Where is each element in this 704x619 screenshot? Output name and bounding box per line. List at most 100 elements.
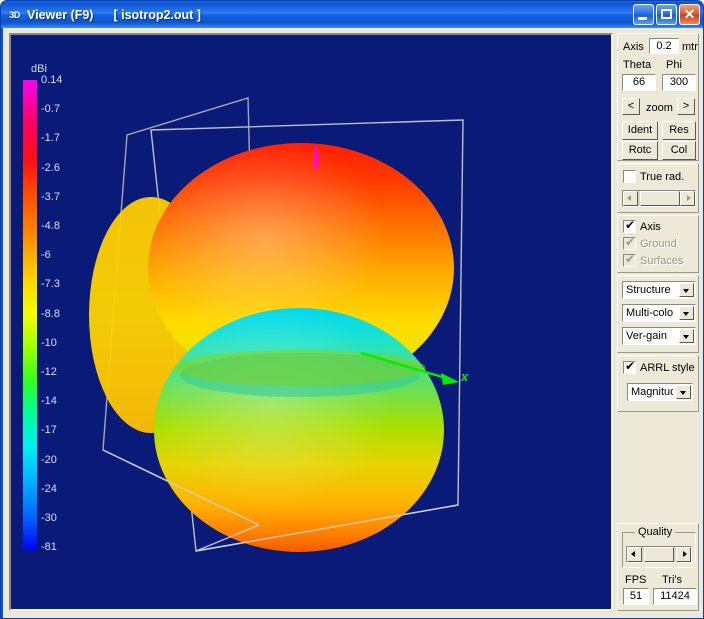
legend-label: -20 <box>41 454 57 466</box>
legend-label: 0.14 <box>41 74 62 86</box>
arrl-style-group: ✔ ARRL style Magnitud <box>617 355 699 412</box>
phi-input[interactable]: 300 <box>662 74 696 91</box>
legend-label: -30 <box>41 512 57 524</box>
arrl-style-checkbox-row[interactable]: ✔ ARRL style <box>623 361 695 374</box>
true-rad-checkbox-row[interactable]: True rad. <box>623 170 684 183</box>
true-rad-checkbox[interactable] <box>623 170 636 183</box>
minimize-button[interactable] <box>633 4 654 25</box>
slider-right-button[interactable] <box>680 191 695 206</box>
lobe-waist-upper <box>174 350 426 386</box>
window-file-name: [ isotrop2.out ] <box>113 8 201 22</box>
surfaces-checkbox: ✔ <box>623 254 636 267</box>
slider-left-button[interactable] <box>623 191 638 206</box>
title-bar: 3D Viewer (F9) [ isotrop2.out ] ✕ <box>1 1 704 28</box>
phi-label: Phi <box>666 59 682 71</box>
ground-checkbox: ✔ <box>623 237 636 250</box>
quality-slider-right-button[interactable] <box>676 547 691 562</box>
check-mark-icon: ✔ <box>625 219 635 232</box>
magnitude-combo-value: Magnitud <box>631 384 673 400</box>
axis-label: Axis <box>623 41 644 53</box>
close-icon: ✕ <box>680 5 699 24</box>
tris-label: Tri's <box>662 574 682 586</box>
close-button[interactable]: ✕ <box>679 4 700 25</box>
surfaces-check-label: Surfaces <box>640 255 683 267</box>
quality-slider-left-button[interactable] <box>627 547 642 562</box>
legend-label: -81 <box>41 541 57 553</box>
legend-label: -14 <box>41 395 57 407</box>
legend-label: -3.7 <box>41 191 60 203</box>
radiation-pattern-render[interactable] <box>11 35 611 609</box>
chevron-down-icon[interactable] <box>679 306 694 320</box>
axis-unit-label: mtr <box>682 41 698 53</box>
viewer-window: 3D Viewer (F9) [ isotrop2.out ] ✕ <box>0 0 704 619</box>
chevron-down-icon[interactable] <box>679 329 694 343</box>
3d-viewport[interactable]: dBi 0.14-0.7-1.7-2.6-3.7-4.8-6-7.3-8.8-1… <box>9 33 613 611</box>
true-rad-label: True rad. <box>640 171 684 183</box>
arrl-style-checkbox[interactable]: ✔ <box>623 361 636 374</box>
gain-type-combo-value: Ver-gain <box>626 328 674 344</box>
magnitude-combo[interactable]: Magnitud <box>627 383 693 401</box>
client-area: dBi 0.14-0.7-1.7-2.6-3.7-4.8-6-7.3-8.8-1… <box>3 28 703 618</box>
surfaces-checkbox-row: ✔ Surfaces <box>623 254 683 267</box>
color-mode-combo-value: Multi-colo <box>626 305 674 321</box>
legend-label: -4.8 <box>41 220 60 232</box>
view-controls-group: Axis 0.2 mtr Theta Phi 66 300 < zoom > I… <box>617 33 699 161</box>
quality-slider-thumb[interactable] <box>644 547 674 562</box>
theta-label: Theta <box>623 59 651 71</box>
true-rad-group: True rad. <box>617 163 699 213</box>
theta-input[interactable]: 66 <box>622 74 656 91</box>
axis-check-label: Axis <box>640 221 661 233</box>
display-mode-group: Structure Multi-colo Ver-gain <box>617 275 699 353</box>
x-axis-label: x <box>461 369 468 384</box>
axis-checkbox-row[interactable]: ✔ Axis <box>623 220 661 233</box>
structure-combo-value: Structure <box>626 282 674 298</box>
fps-label: FPS <box>625 574 646 586</box>
control-panel: Axis 0.2 mtr Theta Phi 66 300 < zoom > I… <box>617 33 699 611</box>
check-mark-icon: ✔ <box>625 360 635 373</box>
rotc-button[interactable]: Rotc <box>622 141 658 160</box>
col-button[interactable]: Col <box>662 141 696 160</box>
legend-label: -8.8 <box>41 308 60 320</box>
legend-color-bar <box>23 80 37 550</box>
chevron-down-icon[interactable] <box>679 283 694 297</box>
true-rad-slider[interactable] <box>622 190 696 207</box>
fps-value: 51 <box>623 588 649 605</box>
ident-button[interactable]: Ident <box>622 121 658 140</box>
minimize-icon <box>638 17 647 20</box>
app-icon: 3D <box>6 7 23 23</box>
zoom-out-button[interactable]: < <box>622 98 640 115</box>
axis-checkbox[interactable]: ✔ <box>623 220 636 233</box>
zoom-label: zoom <box>646 102 673 114</box>
legend-label: -2.6 <box>41 162 60 174</box>
legend-label: -0.7 <box>41 103 60 115</box>
quality-label: Quality <box>635 526 675 538</box>
maximize-icon <box>661 9 672 19</box>
ground-check-label: Ground <box>640 238 677 250</box>
tris-value: 11424 <box>653 588 697 605</box>
res-button[interactable]: Res <box>662 121 696 140</box>
window-controls: ✕ <box>633 4 700 25</box>
gain-type-combo[interactable]: Ver-gain <box>622 327 696 345</box>
legend-label: -6 <box>41 249 51 261</box>
color-mode-combo[interactable]: Multi-colo <box>622 304 696 322</box>
axis-input[interactable]: 0.2 <box>649 38 679 54</box>
quality-stats-group: Quality FPS Tri's 51 11424 <box>617 523 699 611</box>
slider-thumb[interactable] <box>640 191 680 206</box>
check-mark-icon: ✔ <box>625 253 635 266</box>
maximize-button[interactable] <box>656 4 677 25</box>
legend-label: -12 <box>41 366 57 378</box>
legend-label: -1.7 <box>41 132 60 144</box>
legend-label: -24 <box>41 483 57 495</box>
gain-color-legend: dBi 0.14-0.7-1.7-2.6-3.7-4.8-6-7.3-8.8-1… <box>19 63 81 595</box>
z-axis-label: z <box>313 151 320 166</box>
check-mark-icon: ✔ <box>625 236 635 249</box>
chevron-down-icon[interactable] <box>676 385 691 399</box>
legend-label: -10 <box>41 337 57 349</box>
structure-combo[interactable]: Structure <box>622 281 696 299</box>
window-title: Viewer (F9) <box>27 8 93 22</box>
ground-checkbox-row: ✔ Ground <box>623 237 677 250</box>
legend-label: -17 <box>41 424 57 436</box>
quality-slider[interactable] <box>626 546 692 563</box>
visibility-group: ✔ Axis ✔ Ground ✔ Surfaces <box>617 215 699 273</box>
zoom-in-button[interactable]: > <box>677 98 695 115</box>
